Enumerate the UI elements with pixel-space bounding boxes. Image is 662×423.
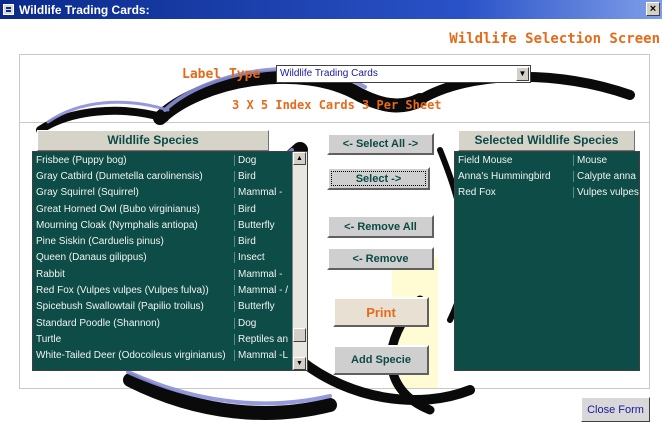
scroll-up-icon[interactable]: ▲ — [293, 152, 306, 165]
wildlife-species-header: Wildlife Species — [37, 130, 269, 151]
list-item[interactable]: Frisbee (Puppy bog) Dog — [33, 152, 307, 168]
list-item[interactable]: Standard Poodle (Shannon) Dog — [33, 315, 307, 331]
species-name: Queen (Danaus gilippus) — [36, 252, 147, 264]
label-type-value: Wildlife Trading Cards — [280, 68, 378, 79]
species-type: Calypte anna — [573, 170, 639, 182]
species-name: Field Mouse — [458, 154, 513, 166]
list-item[interactable]: Field Mouse Mouse — [455, 152, 639, 168]
label-type-combo[interactable]: Wildlife Trading Cards ▼ — [276, 65, 531, 83]
list-item[interactable]: Red Fox Vulpes vulpes — [455, 184, 639, 200]
scroll-thumb[interactable] — [293, 328, 306, 342]
combo-dropdown-icon[interactable]: ▼ — [516, 67, 529, 81]
species-name: Rabbit — [36, 268, 65, 280]
species-name: Turtle — [36, 333, 62, 345]
list-item[interactable]: White-Tailed Deer (Odocoileus virginianu… — [33, 348, 307, 364]
selected-species-header: Selected Wildlife Species — [458, 130, 635, 151]
species-name: Pine Siskin (Carduelis pinus) — [36, 236, 164, 248]
list-item[interactable]: Pine Siskin (Carduelis pinus) Bird — [33, 233, 307, 249]
add-specie-button[interactable]: Add Specie — [333, 345, 429, 375]
species-name: White-Tailed Deer (Odocoileus virginianu… — [36, 350, 226, 362]
list-item[interactable]: Mourning Cloak (Nymphalis antiopa) Butter… — [33, 217, 307, 233]
selected-species-list[interactable]: Field Mouse Mouse Anna's Hummingbird Calypt… — [454, 151, 640, 371]
list-item[interactable]: Gray Catbird (Dumetella carolinensis) Bir… — [33, 168, 307, 184]
species-name: Great Horned Owl (Bubo virginianus) — [36, 203, 200, 215]
sheet-info-text: 3 X 5 Index Cards 3 Per Sheet — [232, 98, 442, 112]
list-item[interactable]: Gray Squirrel (Squirrel) Mammal - — [33, 185, 307, 201]
species-name: Red Fox — [458, 186, 496, 198]
species-rows: Frisbee (Puppy bog) Dog Gray Catbird (Dume… — [33, 152, 307, 364]
select-all-button[interactable]: <- Select All -> — [327, 133, 434, 155]
close-form-button[interactable]: Close Form — [581, 397, 650, 422]
list-item[interactable]: Red Fox (Vulpes vulpes (Vulpes fulva)) Ma… — [33, 282, 307, 298]
select-button[interactable]: Select -> — [327, 167, 430, 190]
scroll-down-icon[interactable]: ▼ — [293, 357, 306, 370]
species-name: Frisbee (Puppy bog) — [36, 154, 127, 166]
species-name: Red Fox (Vulpes vulpes (Vulpes fulva)) — [36, 285, 209, 297]
species-name: Gray Catbird (Dumetella carolinensis) — [36, 170, 203, 182]
remove-button[interactable]: <- Remove — [327, 247, 434, 270]
species-name: Standard Poodle (Shannon) — [36, 317, 160, 329]
species-list-scrollbar[interactable]: ▲ ▼ — [292, 152, 307, 370]
species-name: Anna's Hummingbird — [458, 170, 551, 182]
remove-all-button[interactable]: <- Remove All — [327, 215, 434, 238]
species-name: Gray Squirrel (Squirrel) — [36, 187, 139, 199]
selected-rows: Field Mouse Mouse Anna's Hummingbird Calypt… — [455, 152, 639, 200]
list-item[interactable]: Rabbit Mammal - — [33, 266, 307, 282]
list-item[interactable]: Great Horned Owl (Bubo virginianus) Bird — [33, 201, 307, 217]
label-type-label: Label Type — [182, 67, 261, 82]
species-name: Mourning Cloak (Nymphalis antiopa) — [36, 219, 198, 231]
wildlife-species-list[interactable]: Frisbee (Puppy bog) Dog Gray Catbird (Dume… — [32, 151, 308, 371]
species-type: Mouse — [573, 154, 639, 166]
print-button[interactable]: Print — [333, 297, 429, 327]
list-item[interactable]: Turtle Reptiles an — [33, 331, 307, 347]
list-item[interactable]: Anna's Hummingbird Calypte anna — [455, 168, 639, 184]
species-type: Vulpes vulpes — [573, 186, 639, 198]
list-item[interactable]: Queen (Danaus gilippus) Insect — [33, 250, 307, 266]
list-item[interactable]: Spicebush Swallowtail (Papilio troilus) B… — [33, 299, 307, 315]
species-name: Spicebush Swallowtail (Papilio troilus) — [36, 301, 204, 313]
